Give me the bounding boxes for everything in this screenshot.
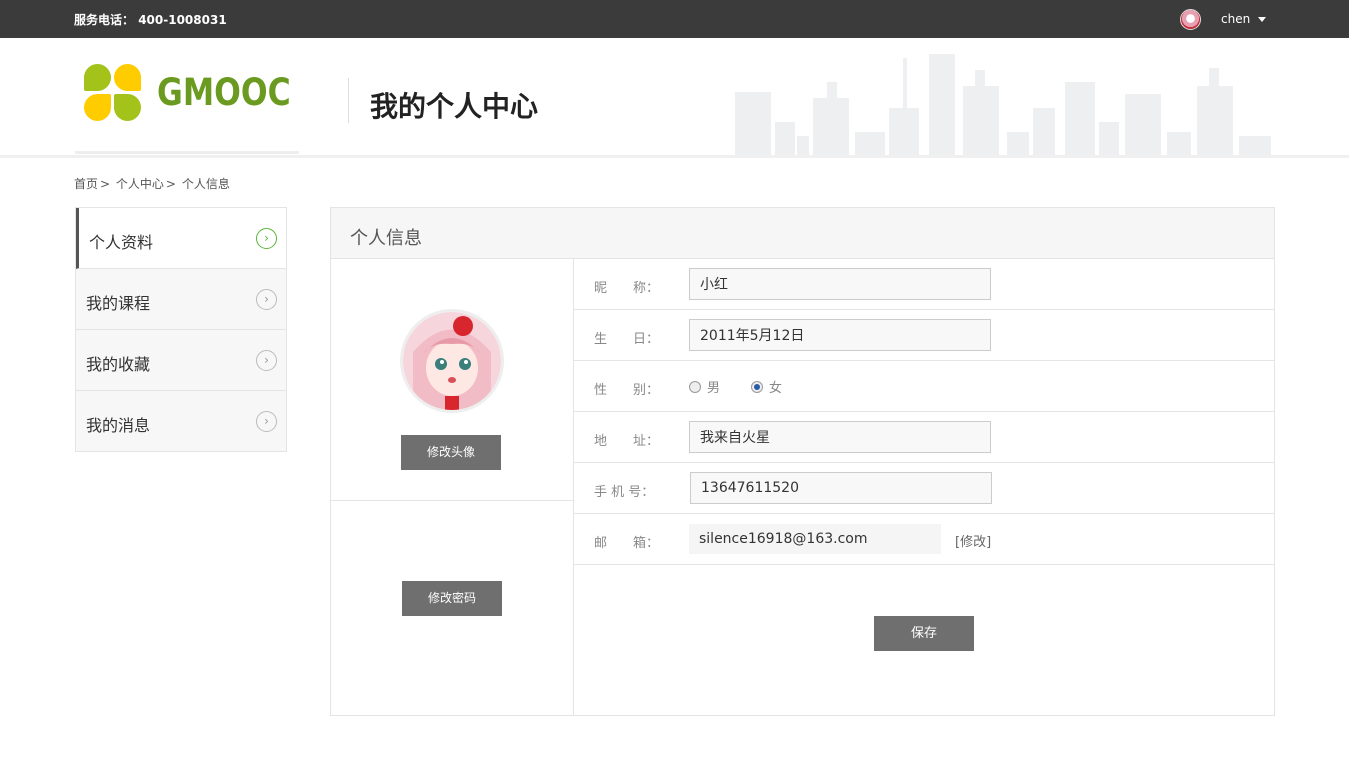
- service-label: 服务电话：: [74, 13, 135, 27]
- chevron-right-icon: ›: [256, 228, 277, 249]
- profile-panel: 个人信息 修改头像 修改密码 昵 称： 小红 生 日： 2011年5月12日 性…: [330, 207, 1275, 716]
- sidebar-item-label: 我的收藏: [86, 355, 151, 374]
- change-avatar-button[interactable]: 修改头像: [401, 435, 501, 470]
- email-edit-link[interactable]: [修改]: [955, 531, 991, 550]
- phone-label: 手 机 号：: [594, 485, 655, 500]
- breadcrumb-separator: >: [100, 177, 111, 191]
- chevron-right-icon: ›: [256, 350, 277, 371]
- change-password-button[interactable]: 修改密码: [402, 581, 502, 616]
- avatar-column: 修改头像 修改密码: [331, 259, 574, 715]
- logo-icon[interactable]: [84, 64, 141, 121]
- nickname-row: 昵 称：: [574, 259, 1274, 310]
- header-divider: [348, 78, 349, 123]
- logo-underline: [75, 151, 299, 154]
- breadcrumb: 首页 > 个人中心 > 个人信息: [74, 175, 232, 192]
- sidebar-item-label: 我的课程: [86, 294, 151, 313]
- gender-radio-male[interactable]: 男: [689, 377, 720, 396]
- birthday-label: 生 日：: [594, 332, 660, 347]
- address-label: 地 址：: [594, 434, 660, 449]
- address-input[interactable]: [689, 421, 991, 453]
- email-value: silence16918@163.com: [689, 524, 941, 554]
- email-row: 邮 箱： silence16918@163.com [修改]: [574, 514, 1274, 565]
- phone-input[interactable]: [690, 472, 992, 504]
- logo-text[interactable]: GMOOC: [157, 71, 291, 114]
- sidebar-item-label: 个人资料: [89, 233, 154, 252]
- info-form: 昵 称： 生 日： 性 别： 男 女 地 址： 手 机 号：: [574, 259, 1274, 715]
- email-label: 邮 箱：: [594, 536, 660, 551]
- address-row: 地 址：: [574, 412, 1274, 463]
- sidebar: 个人资料 › 我的课程 › 我的收藏 › 我的消息 ›: [75, 207, 287, 452]
- sidebar-item-profile[interactable]: 个人资料 ›: [76, 208, 286, 269]
- save-button[interactable]: 保存: [874, 616, 974, 651]
- sidebar-item-favorites[interactable]: 我的收藏 ›: [76, 330, 286, 391]
- gender-option-label: 女: [769, 381, 783, 396]
- birthday-input[interactable]: [689, 319, 991, 351]
- gender-radio-female[interactable]: 女: [751, 377, 782, 396]
- radio-selected-icon: [751, 380, 763, 393]
- birthday-row: 生 日：: [574, 310, 1274, 361]
- gender-label: 性 别：: [594, 383, 660, 398]
- site-header: GMOOC 我的个人中心: [0, 38, 1349, 158]
- chevron-down-icon[interactable]: [1258, 17, 1266, 22]
- sidebar-item-label: 我的消息: [86, 416, 151, 435]
- phone-row: 手 机 号：: [574, 463, 1274, 514]
- panel-header: 个人信息: [331, 208, 1274, 259]
- sidebar-item-courses[interactable]: 我的课程 ›: [76, 269, 286, 330]
- breadcrumb-home[interactable]: 首页: [74, 177, 98, 191]
- chevron-right-icon: ›: [256, 289, 277, 310]
- nickname-input[interactable]: [689, 268, 991, 300]
- panel-title: 个人信息: [350, 228, 422, 249]
- service-phone: 服务电话： 400-1008031: [74, 11, 227, 28]
- avatar-section: 修改头像: [331, 259, 573, 501]
- gender-option-label: 男: [707, 381, 721, 396]
- profile-avatar: [400, 309, 504, 413]
- nickname-label: 昵 称：: [594, 281, 660, 296]
- breadcrumb-current: 个人信息: [181, 177, 230, 191]
- radio-icon: [689, 380, 701, 393]
- breadcrumb-center[interactable]: 个人中心: [116, 177, 164, 191]
- chevron-right-icon: ›: [256, 411, 277, 432]
- service-number: 400-1008031: [138, 13, 227, 27]
- username[interactable]: chen: [1221, 12, 1250, 26]
- skyline-decoration: [735, 54, 1271, 155]
- gender-row: 性 别： 男 女: [574, 361, 1274, 412]
- breadcrumb-separator: >: [165, 177, 176, 191]
- top-bar: 服务电话： 400-1008031 chen: [0, 0, 1349, 38]
- user-avatar[interactable]: [1180, 9, 1201, 30]
- sidebar-item-messages[interactable]: 我的消息 ›: [76, 391, 286, 452]
- page-title: 我的个人中心: [370, 90, 539, 123]
